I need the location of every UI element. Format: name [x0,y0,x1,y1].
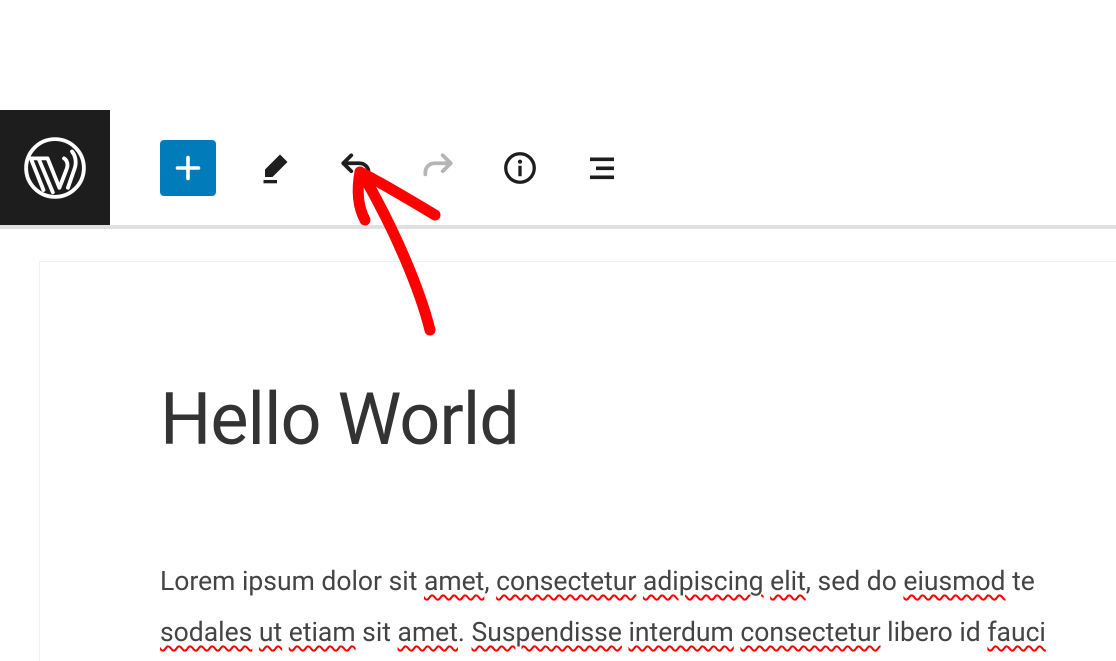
spell-error: etiam [289,617,356,648]
outline-icon [584,150,620,186]
post-title[interactable]: Hello World [160,380,1116,459]
info-icon [502,150,538,186]
outline-button[interactable] [578,144,626,192]
undo-icon [337,149,375,187]
undo-button[interactable] [332,144,380,192]
spell-error: ut [259,617,282,648]
spell-error: eiusmod [903,566,1005,597]
spell-error: consectetur [740,617,880,648]
add-block-button[interactable] [160,140,216,196]
wordpress-icon [22,135,88,201]
post-body[interactable]: Lorem ipsum dolor sit amet, consectetur … [160,557,1116,659]
redo-button[interactable] [414,144,462,192]
tools-button[interactable] [250,144,298,192]
header-divider [0,225,1116,229]
spell-error: sodales [160,617,252,648]
pencil-icon [256,150,292,186]
spell-error: elit [770,566,806,597]
wordpress-logo-button[interactable] [0,110,110,225]
spell-error: Suspendisse [471,617,621,648]
spell-error: consectetur [496,566,636,597]
plus-icon [170,150,206,186]
editor-toolbar [110,110,626,225]
editor-canvas[interactable]: Hello World Lorem ipsum dolor sit amet, … [40,262,1116,661]
spell-error: fauci [987,617,1046,648]
redo-icon [419,149,457,187]
details-button[interactable] [496,144,544,192]
spell-error: amet [424,566,484,597]
spell-error: amet [398,617,458,648]
spell-error: adipiscing [643,566,764,597]
spell-error: interdum [628,617,733,648]
editor-header [0,110,1116,225]
